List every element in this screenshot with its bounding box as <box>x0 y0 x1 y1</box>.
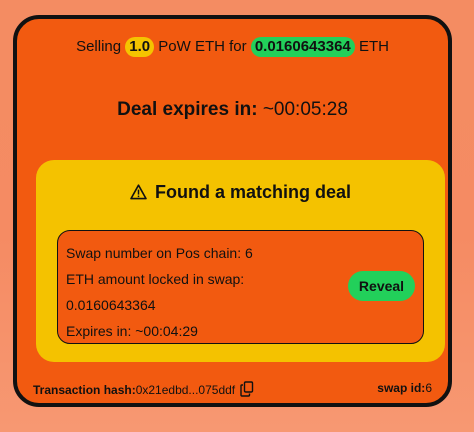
sell-amount-badge: 1.0 <box>125 37 155 57</box>
selling-prefix: Selling <box>76 38 122 55</box>
swap-number-label: Swap number on Pos chain: <box>66 245 242 261</box>
deal-expiry-value: ~00:05:28 <box>262 99 348 120</box>
swap-number-value: 6 <box>245 245 253 261</box>
tx-hash-value: 0x21edbd...075ddf <box>135 383 236 397</box>
copy-icon[interactable] <box>240 381 254 400</box>
warning-icon <box>130 184 147 205</box>
currency-suffix: ETH <box>358 38 389 55</box>
swap-expires-row: Expires in: ~00:04:29 <box>66 318 253 344</box>
transaction-hash: Transaction hash:0x21edbd...075ddf <box>33 381 254 400</box>
swap-id-label: swap id: <box>377 381 426 395</box>
swap-card: Selling 1.0 PoW ETH for 0.0160643364 ETH… <box>13 15 452 407</box>
swap-id: swap id:6 <box>377 381 432 395</box>
pair-text: PoW ETH for <box>158 38 247 55</box>
matching-deal-title: Found a matching deal <box>154 182 351 202</box>
selling-summary: Selling 1.0 PoW ETH for 0.0160643364 ETH <box>17 37 448 57</box>
matching-deal-panel: Found a matching deal Swap number on Pos… <box>36 160 445 362</box>
deal-details: Swap number on Pos chain: 6 ETH amount l… <box>66 240 253 344</box>
swap-id-value: 6 <box>425 381 432 395</box>
reveal-button[interactable]: Reveal <box>348 271 415 301</box>
deal-details-card: Swap number on Pos chain: 6 ETH amount l… <box>57 230 424 344</box>
deal-expiry: Deal expires in: ~00:05:28 <box>17 99 448 121</box>
swap-expires-value: ~00:04:29 <box>135 323 198 339</box>
eth-locked-label: ETH amount locked in swap: <box>66 271 245 287</box>
swap-number-row: Swap number on Pos chain: 6 <box>66 240 253 266</box>
matching-deal-heading: Found a matching deal <box>36 182 445 205</box>
tx-hash-label: Transaction hash: <box>33 383 136 397</box>
swap-expires-label: Expires in: <box>66 323 132 339</box>
eth-amount-badge: 0.0160643364 <box>250 37 355 57</box>
deal-expiry-label: Deal expires in: <box>117 99 258 120</box>
eth-locked-value: 0.0160643364 <box>66 297 156 313</box>
